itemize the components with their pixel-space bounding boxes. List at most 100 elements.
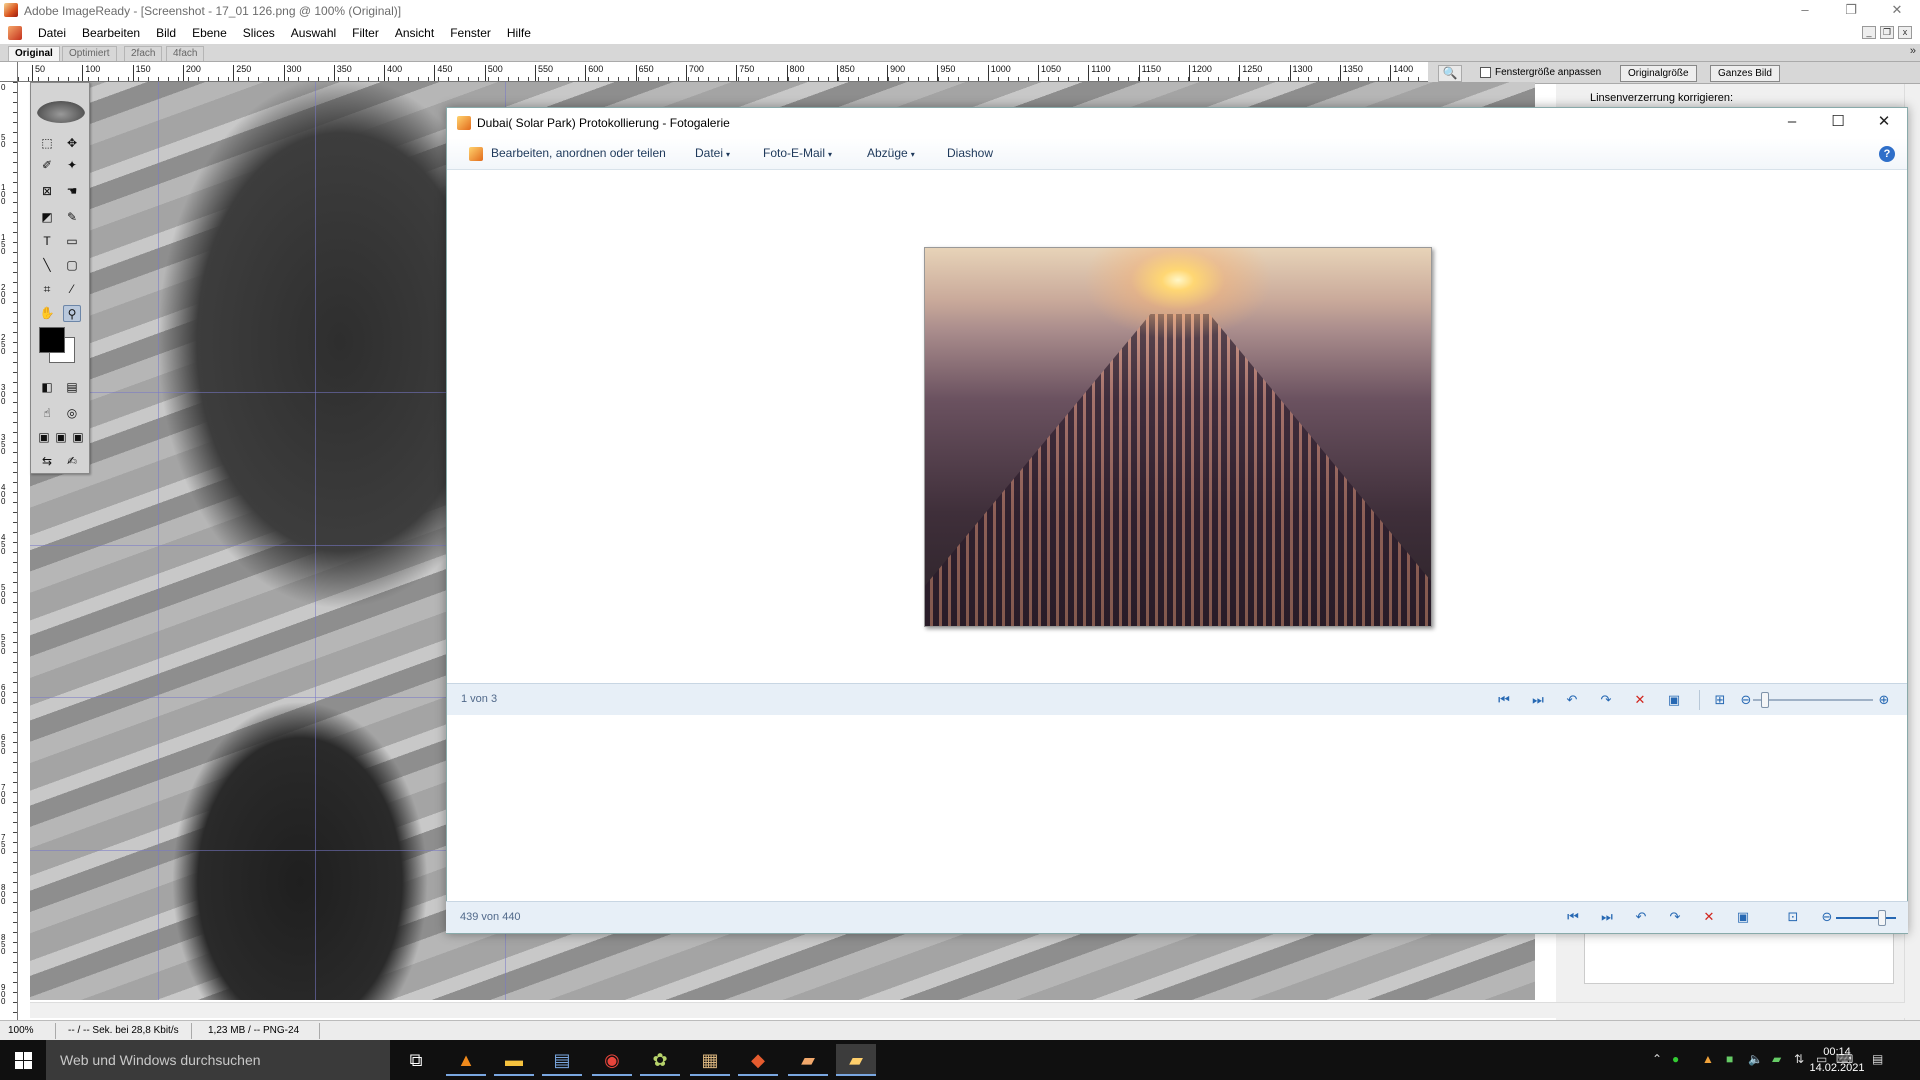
pg-close-button[interactable]: ✕ [1861,108,1907,138]
photo-gallery-taskbar-icon[interactable]: ▰ [836,1044,876,1076]
slice-select-tool-icon[interactable]: ☚ [63,183,81,200]
screen-mode-full-menu-icon[interactable]: ▣ [52,429,70,446]
nvidia-icon[interactable]: ▰ [1772,1052,1781,1066]
zoom-tool-icon[interactable]: ⚲ [63,305,81,322]
solar-park-photo[interactable] [924,247,1432,627]
fit-window-checkbox[interactable] [1480,67,1491,78]
crop-tool-icon[interactable]: ⌗ [38,281,56,298]
close-button[interactable]: ✕ [1874,0,1920,22]
eraser-tool-icon[interactable]: ◩ [38,209,56,226]
vlc-tray-icon[interactable]: ▲ [1702,1052,1714,1066]
jump-to-photoshop-icon[interactable]: ⇆ [38,453,56,470]
help-icon[interactable]: ? [1879,146,1895,162]
file-size-field[interactable]: 1,23 MB / -- PNG-24 [204,1023,320,1039]
menu-bild[interactable]: Bild [148,25,184,41]
move-tool-icon[interactable]: ✥ [63,135,81,152]
line-tool-icon[interactable]: ╲ [38,257,56,274]
restore-button[interactable]: ❐ [1828,0,1874,22]
menu-file[interactable]: Datei ▾ [695,146,730,160]
lasso-tool-icon[interactable]: ✐ [38,157,56,174]
menu-hilfe[interactable]: Hilfe [499,25,539,41]
security-icon[interactable]: ● [1672,1052,1679,1066]
screen-mode-standard-icon[interactable]: ▣ [35,429,53,446]
original-size-button[interactable]: Originalgröße [1620,65,1697,82]
image-map-select-tool-icon[interactable]: ▤ [63,379,81,396]
download-time-field[interactable]: -- / -- Sek. bei 28,8 Kbit/s [64,1023,192,1039]
imageready-taskbar-icon[interactable]: ▰ [788,1044,828,1076]
zoom-magnifier-icon[interactable]: 🔍 [1438,65,1462,82]
menu-edit-organize-share[interactable]: Bearbeiten, anordnen oder teilen [491,146,666,160]
previous-photo-icon[interactable]: ⏮ [1564,909,1582,925]
pg-maximize-button[interactable]: ☐ [1815,108,1861,138]
slideshow-icon[interactable]: ▣ [1665,691,1683,709]
rectangle-marquee-tool-icon[interactable]: ⬚ [38,135,56,152]
doc-minimize-button[interactable]: _ [1862,26,1876,39]
tab-4fach[interactable]: 4fach [166,46,205,61]
actual-size-icon[interactable]: ⊞ [1711,691,1729,709]
delete-icon[interactable]: ✕ [1700,909,1718,925]
preview-in-browser-icon[interactable]: ◎ [63,405,81,422]
file-explorer-icon[interactable]: ▬ [494,1044,534,1076]
zoom-slider-track[interactable] [1836,917,1896,919]
volume-icon[interactable]: 🔈 [1748,1052,1763,1066]
document-icon[interactable] [8,26,22,40]
menu-bearbeiten[interactable]: Bearbeiten [74,25,148,41]
minimize-button[interactable]: – [1782,0,1828,22]
vertical-ruler[interactable]: 0 50 100 150 200 250 300 350 400 450 500 550 600 650 7… [0,82,18,1020]
rectangle-shape-tool-icon[interactable]: ▭ [63,233,81,250]
menu-slices[interactable]: Slices [235,25,283,41]
menu-auswahl[interactable]: Auswahl [283,25,344,41]
whole-image-button[interactable]: Ganzes Bild [1710,65,1780,82]
magic-wand-tool-icon[interactable]: ✦ [63,157,81,174]
menu-ebene[interactable]: Ebene [184,25,235,41]
rotate-right-icon[interactable]: ↷ [1597,691,1615,709]
eyedropper-tool-icon[interactable]: ⁄ [63,281,81,298]
tab-optimiert[interactable]: Optimiert [62,46,117,61]
horizontal-scrollbar[interactable] [30,1002,1905,1018]
delete-icon[interactable]: ✕ [1631,691,1649,709]
rotate-left-icon[interactable]: ↶ [1632,909,1650,925]
photo-viewer-icon[interactable]: ▤ [542,1044,582,1076]
slice-tool-icon[interactable]: ⊠ [38,183,56,200]
tab-original[interactable]: Original [8,46,60,61]
task-view-icon[interactable]: ⧉ [396,1044,436,1076]
type-tool-icon[interactable]: T [38,233,56,250]
show-hidden-icons-icon[interactable]: ⌃ [1652,1052,1662,1066]
more-chevron-icon[interactable]: » [1910,45,1916,57]
gpu-tray-icon[interactable]: ■ [1726,1052,1733,1066]
toggle-slices-icon[interactable]: ☝ [38,405,56,422]
photo-gallery-title-bar[interactable]: Dubai( Solar Park) Protokollierung - Fot… [447,108,1907,138]
tab-2fach[interactable]: 2fach [124,46,163,61]
zoom-out-icon[interactable]: ⊖ [1818,909,1836,925]
previous-photo-icon[interactable]: ⏮ [1495,691,1513,709]
slideshow-icon[interactable]: ▣ [1734,909,1752,925]
taskbar-search-box[interactable]: Web und Windows durchsuchen [46,1040,390,1080]
hand-tool-icon[interactable]: ✋ [38,305,56,322]
rotate-left-icon[interactable]: ↶ [1563,691,1581,709]
ftp-app-icon[interactable]: ◆ [738,1044,778,1076]
start-button[interactable] [0,1040,46,1080]
menu-fenster[interactable]: Fenster [442,25,499,41]
zoom-slider-thumb[interactable] [1878,910,1886,926]
foreground-color-swatch[interactable] [39,327,65,353]
photoshop-icon[interactable]: ✍ [63,453,81,470]
ruler-corner[interactable] [0,62,18,82]
zoom-in-icon[interactable]: ⊕ [1875,691,1893,709]
zoom-slider-thumb[interactable] [1761,692,1769,708]
media-app-icon[interactable]: ▦ [690,1044,730,1076]
chrome-icon[interactable]: ◉ [592,1044,632,1076]
image-map-tool-icon[interactable]: ◧ [38,379,56,396]
menu-slideshow[interactable]: Diashow [947,146,993,160]
screen-mode-full-icon[interactable]: ▣ [69,429,87,446]
action-center-icon[interactable]: ▤ [1872,1052,1883,1066]
doc-restore-button[interactable]: ❐ [1880,26,1894,39]
menu-datei[interactable]: Datei [30,25,74,41]
rotate-right-icon[interactable]: ↷ [1666,909,1684,925]
horizontal-ruler[interactable]: 50 100 150 200 250 300 350 400 450 500 550 600 650 70… [18,62,1428,82]
fit-window-icon[interactable]: ⊡ [1784,909,1802,925]
next-photo-icon[interactable]: ⏭ [1529,691,1547,709]
rounded-rect-tool-icon[interactable]: ▢ [63,257,81,274]
guide-line[interactable] [315,82,316,1000]
pg-minimize-button[interactable]: – [1769,108,1815,138]
menu-ansicht[interactable]: Ansicht [387,25,442,41]
